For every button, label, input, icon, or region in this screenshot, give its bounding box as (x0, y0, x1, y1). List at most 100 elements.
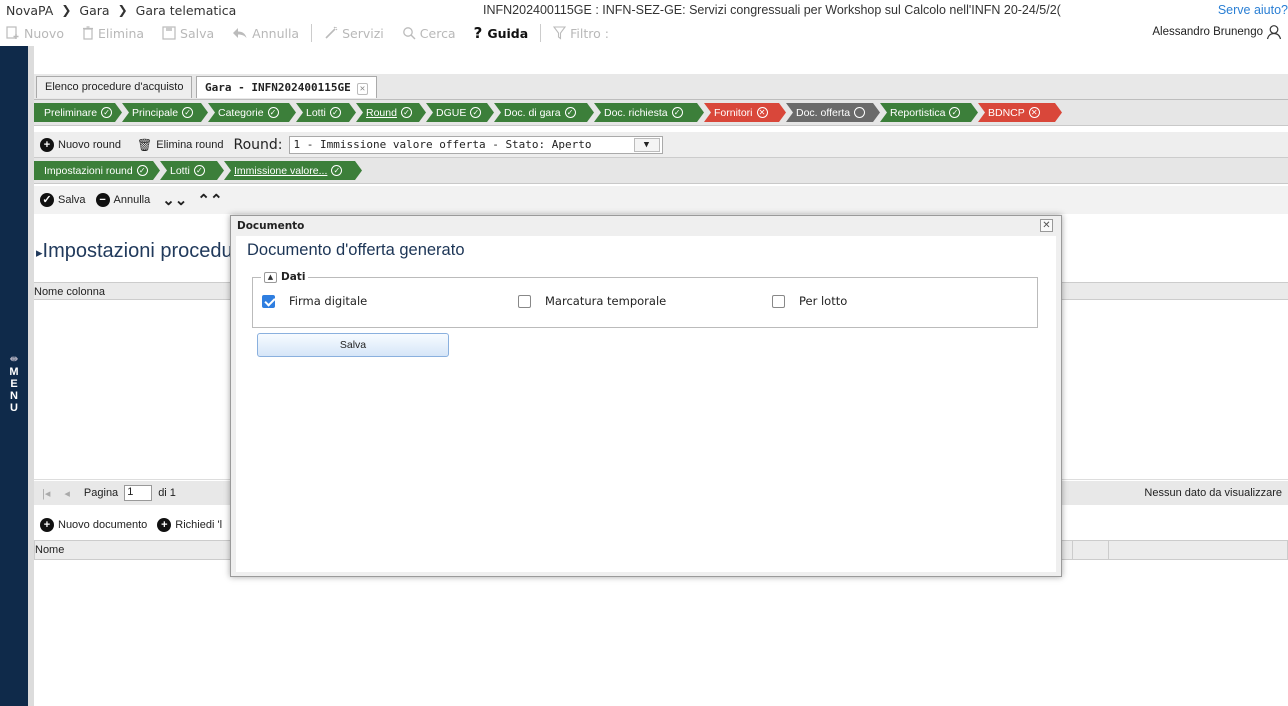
action-bar: ✓ Salva − Annulla ⌄⌄ ⌃⌃ (34, 186, 1288, 214)
breadcrumb-item-novapa[interactable]: NovaPA (0, 3, 53, 18)
firma-digitale-checkbox[interactable] (262, 294, 275, 308)
check-circle-icon: ✓ (268, 107, 279, 118)
first-page-icon[interactable]: |◂ (42, 487, 50, 500)
request-label: Richiedi 'l (175, 519, 223, 531)
step-label: DGUE (436, 106, 467, 119)
expand-all-icon[interactable]: ⌄⌄ (162, 191, 187, 209)
step-preliminare[interactable]: Preliminare ✓ (34, 103, 122, 122)
plus-circle-icon: + (40, 518, 54, 532)
search-button[interactable]: Cerca (402, 26, 456, 41)
guide-label: Guida (487, 25, 529, 41)
step-principale[interactable]: Principale ✓ (122, 103, 208, 122)
data-fieldset: ▲ Dati Firma digitale Marcatura temporal… (252, 271, 1038, 328)
step-label: Doc. richiesta (604, 106, 668, 119)
help-link[interactable]: Serve aiuto? (1218, 3, 1288, 17)
save-label: Salva (180, 25, 215, 41)
trash-icon: 🗑 (137, 137, 153, 152)
section-title-text: Impostazioni procedu (42, 240, 233, 262)
workflow-steps: Preliminare ✓ Principale ✓ Categorie ✓ Lott… (34, 100, 1288, 126)
question-mark-icon: ? (473, 24, 483, 42)
substep-impostazioni-round[interactable]: Impostazioni round ✓ (34, 161, 160, 180)
step-doc-di-gara[interactable]: Doc. di gara ✓ (494, 103, 594, 122)
step-label: Lotti (306, 106, 326, 119)
side-menu[interactable]: ⇹ MENU (0, 46, 28, 706)
step-lotti[interactable]: Lotti ✓ (296, 103, 356, 122)
step-doc-richiesta[interactable]: Doc. richiesta ✓ (594, 103, 704, 122)
save-button[interactable]: Salva (257, 333, 449, 357)
empty-message: Nessun dato da visualizzare (1144, 487, 1282, 499)
chevron-right-icon: ❯ (61, 3, 72, 17)
document-list-columns (1062, 540, 1288, 560)
breadcrumb-item-gara[interactable]: Gara (79, 3, 109, 18)
search-label: Cerca (419, 25, 456, 41)
plus-circle-icon: + (40, 137, 54, 152)
search-icon (402, 27, 416, 40)
filter-icon (553, 26, 567, 40)
step-doc-offerta[interactable]: Doc. offerta (786, 103, 880, 122)
new-round-button[interactable]: + Nuovo round (40, 137, 121, 152)
tab-gara-label: Gara - INFN202400115GE (205, 81, 351, 94)
new-button[interactable]: Nuovo (6, 26, 64, 41)
substep-lotti[interactable]: Lotti ✓ (160, 161, 224, 180)
substep-label: Lotti (170, 164, 190, 177)
collapse-all-icon[interactable]: ⌃⌃ (197, 191, 222, 209)
user-menu[interactable]: Alessandro Brunengo (1152, 24, 1282, 40)
column-header-nome-colonna[interactable]: Nome colonna (34, 286, 105, 298)
round-select[interactable]: 1 - Immissione valore offerta - Stato: A… (288, 135, 663, 154)
undo-button[interactable]: Annulla (232, 26, 299, 41)
step-reportistica[interactable]: Reportistica ✓ (880, 103, 978, 122)
check-circle-icon: ✓ (401, 107, 412, 118)
request-button[interactable]: + Richiedi 'l (157, 518, 222, 532)
check-circle-icon: ✓ (101, 107, 112, 118)
collapse-triangle-icon[interactable]: ▲ (264, 271, 277, 283)
step-fornitori[interactable]: Fornitori ✕ (704, 103, 786, 122)
step-categorie[interactable]: Categorie ✓ (208, 103, 296, 122)
close-icon[interactable]: ✕ (356, 83, 369, 95)
save-action-button[interactable]: ✓ Salva (40, 193, 86, 207)
document-dialog: Documento ✕ Documento d'offerta generato… (230, 215, 1062, 577)
toolbar-divider (540, 24, 542, 42)
per-lotto-label: Per lotto (799, 294, 848, 308)
substep-label: Impostazioni round (44, 164, 133, 177)
breadcrumb-item-gara-telematica[interactable]: Gara telematica (136, 3, 237, 18)
step-label: Fornitori (714, 106, 753, 119)
check-circle-icon: ✓ (672, 107, 683, 118)
prev-page-icon[interactable]: ◂ (64, 487, 70, 500)
drag-handle-icon: ⇹ (9, 354, 19, 365)
column-header-nome[interactable]: Nome (35, 544, 64, 556)
check-circle-icon: ✓ (40, 193, 54, 207)
toolbar-divider (311, 24, 313, 42)
delete-round-button[interactable]: 🗑 Elimina round (137, 138, 224, 152)
filter-label: Filtro : (570, 25, 609, 41)
new-round-label: Nuovo round (58, 138, 121, 151)
filter-button[interactable]: Filtro : (553, 26, 609, 41)
services-button[interactable]: Servizi (324, 26, 384, 41)
check-circle-icon: ✓ (331, 165, 342, 176)
new-document-button[interactable]: + Nuovo documento (40, 518, 147, 532)
step-bdncp[interactable]: BDNCP ✕ (978, 103, 1062, 122)
step-label: Doc. di gara (504, 106, 561, 119)
save-toolbar-button[interactable]: Salva (162, 26, 214, 41)
round-substeps: Impostazioni round ✓ Lotti ✓ Immissione va… (34, 158, 1288, 184)
check-circle-icon: ✓ (330, 107, 341, 118)
page-input[interactable]: 1 (124, 485, 153, 501)
tab-gara[interactable]: Gara - INFN202400115GE ✕ (196, 76, 378, 98)
step-label: Principale (132, 106, 179, 119)
guide-button[interactable]: ? Guida (474, 24, 529, 42)
step-label: Categorie (218, 106, 264, 119)
tab-procedure-list[interactable]: Elenco procedure d'acquisto (36, 76, 193, 98)
step-round[interactable]: Round ✓ (356, 103, 426, 122)
marcatura-temporale-checkbox[interactable] (518, 294, 531, 308)
step-label: Round (366, 106, 397, 119)
per-lotto-checkbox[interactable] (772, 294, 785, 308)
delete-button[interactable]: Elimina (82, 26, 144, 41)
fieldset-legend: ▲ Dati (261, 271, 309, 283)
magic-wand-icon (325, 26, 338, 39)
close-icon[interactable]: ✕ (1040, 219, 1053, 232)
step-dgue[interactable]: DGUE ✓ (426, 103, 494, 122)
cancel-action-button[interactable]: − Annulla (95, 193, 150, 207)
substep-immissione-valore[interactable]: Immissione valore... ✓ (224, 161, 362, 180)
user-name: Alessandro Brunengo (1152, 26, 1263, 38)
plus-circle-icon: + (157, 518, 172, 532)
trash-icon (82, 26, 93, 40)
